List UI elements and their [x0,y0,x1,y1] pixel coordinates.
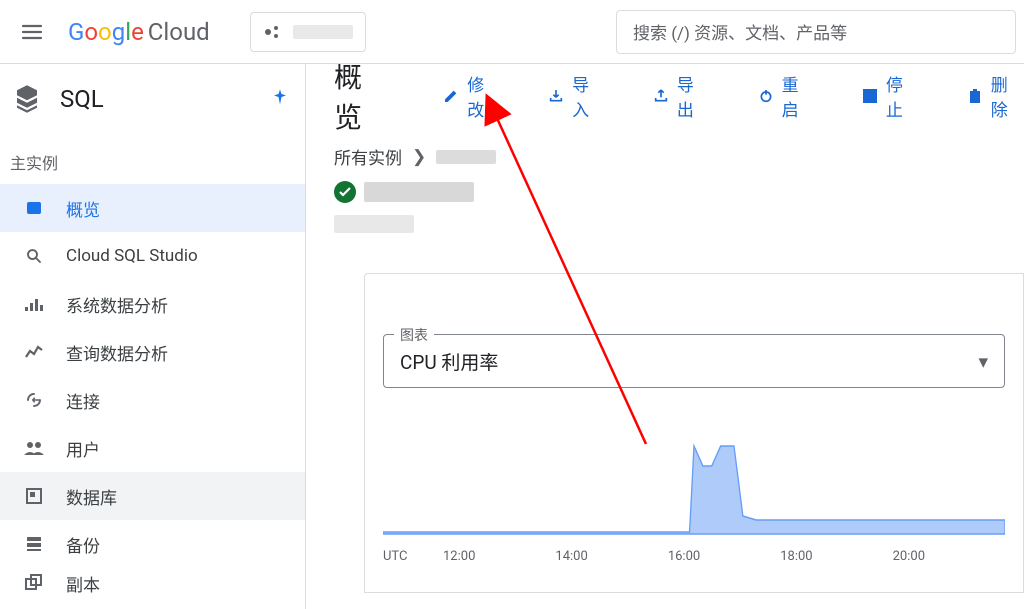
status-running-icon [334,181,356,203]
users-icon [24,438,44,458]
sidebar-item-connections[interactable]: 连接 [0,376,305,424]
sidebar-item-label: 概览 [66,196,100,221]
stop-button[interactable]: 停止 [858,64,919,129]
export-button[interactable]: 导出 [649,64,710,129]
project-name-redacted [293,25,353,39]
breadcrumb: 所有实例 ❯ [306,128,1024,175]
backup-icon [24,534,44,554]
instance-subtitle-redacted [334,215,414,233]
cloud-label: Cloud [148,18,210,46]
sidebar-item-label: 副本 [66,571,100,596]
sidebar-item-label: 数据库 [66,484,117,509]
pin-icon[interactable] [271,88,289,110]
project-selector[interactable] [250,12,366,52]
sidebar-item-overview[interactable]: 概览 [0,184,305,232]
sidebar-item-label: 用户 [66,436,100,461]
database-icon [24,486,44,506]
sidebar-item-users[interactable]: 用户 [0,424,305,472]
sidebar-item-query-insights[interactable]: 查询数据分析 [0,328,305,376]
edit-icon [443,87,459,105]
sidebar-item-backups[interactable]: 备份 [0,520,305,568]
system-insights-icon [24,294,44,314]
import-label: 导入 [572,71,601,121]
delete-label: 删除 [991,71,1020,121]
replica-icon [24,573,44,593]
edit-button[interactable]: 修改 [439,64,500,129]
query-insights-icon [24,342,44,362]
product-title: SQL [60,85,255,113]
sidebar-item-label: 查询数据分析 [66,340,168,365]
connections-icon [24,390,44,410]
chart-select-value: CPU 利用率 [400,348,498,375]
restart-button[interactable]: 重启 [754,64,815,129]
menu-icon[interactable] [8,8,56,56]
edit-label: 修改 [467,71,496,121]
import-button[interactable]: 导入 [544,64,605,129]
sidebar-item-cloud-sql-studio[interactable]: Cloud SQL Studio [0,232,305,280]
search-icon [24,246,44,266]
google-cloud-logo[interactable]: Google Cloud [68,18,210,46]
breadcrumb-root[interactable]: 所有实例 [334,144,402,169]
project-icon [263,22,283,42]
sidebar-item-replicas[interactable]: 副本 [0,568,305,598]
export-icon [653,87,669,105]
section-label: 主实例 [0,134,305,184]
overview-icon [24,198,44,218]
delete-icon [967,87,983,105]
chevron-right-icon: ❯ [412,147,426,167]
stop-icon [862,87,878,105]
search-placeholder: 搜索 (/) 资源、文档、产品等 [633,19,847,44]
chart-metric-select[interactable]: 图表 CPU 利用率 ▾ [383,334,1005,388]
chevron-down-icon: ▾ [978,350,988,373]
page-title: 概览 [334,64,383,136]
sidebar-item-databases[interactable]: 数据库 [0,472,305,520]
chart-select-legend: 图表 [394,325,434,345]
breadcrumb-instance-redacted[interactable] [436,150,496,164]
sidebar-item-label: 备份 [66,532,100,557]
restart-icon [758,87,774,105]
cpu-chart: UTC 12:00 14:00 16:00 18:00 20:00 [383,416,1005,556]
sql-product-icon [10,82,44,116]
stop-label: 停止 [886,71,915,121]
sidebar: SQL 主实例 概览 Cloud SQL Studio 系统数据分析 查询数据分… [0,64,306,609]
chart-x-axis: UTC 12:00 14:00 16:00 18:00 20:00 [383,549,1005,564]
delete-button[interactable]: 删除 [963,64,1024,129]
import-icon [548,87,564,105]
export-label: 导出 [677,71,706,121]
sidebar-item-label: Cloud SQL Studio [66,246,198,266]
chart-card: 图表 CPU 利用率 ▾ UTC 12:00 14:00 16:00 18:00… [364,273,1024,593]
sidebar-item-label: 系统数据分析 [66,292,168,317]
main-content: 概览 修改 导入 导出 重启 停止 删除 [306,64,1024,609]
search-input[interactable]: 搜索 (/) 资源、文档、产品等 [616,10,1016,54]
sidebar-item-label: 连接 [66,388,100,413]
sidebar-item-system-insights[interactable]: 系统数据分析 [0,280,305,328]
instance-name-redacted [364,182,474,202]
restart-label: 重启 [782,71,811,121]
